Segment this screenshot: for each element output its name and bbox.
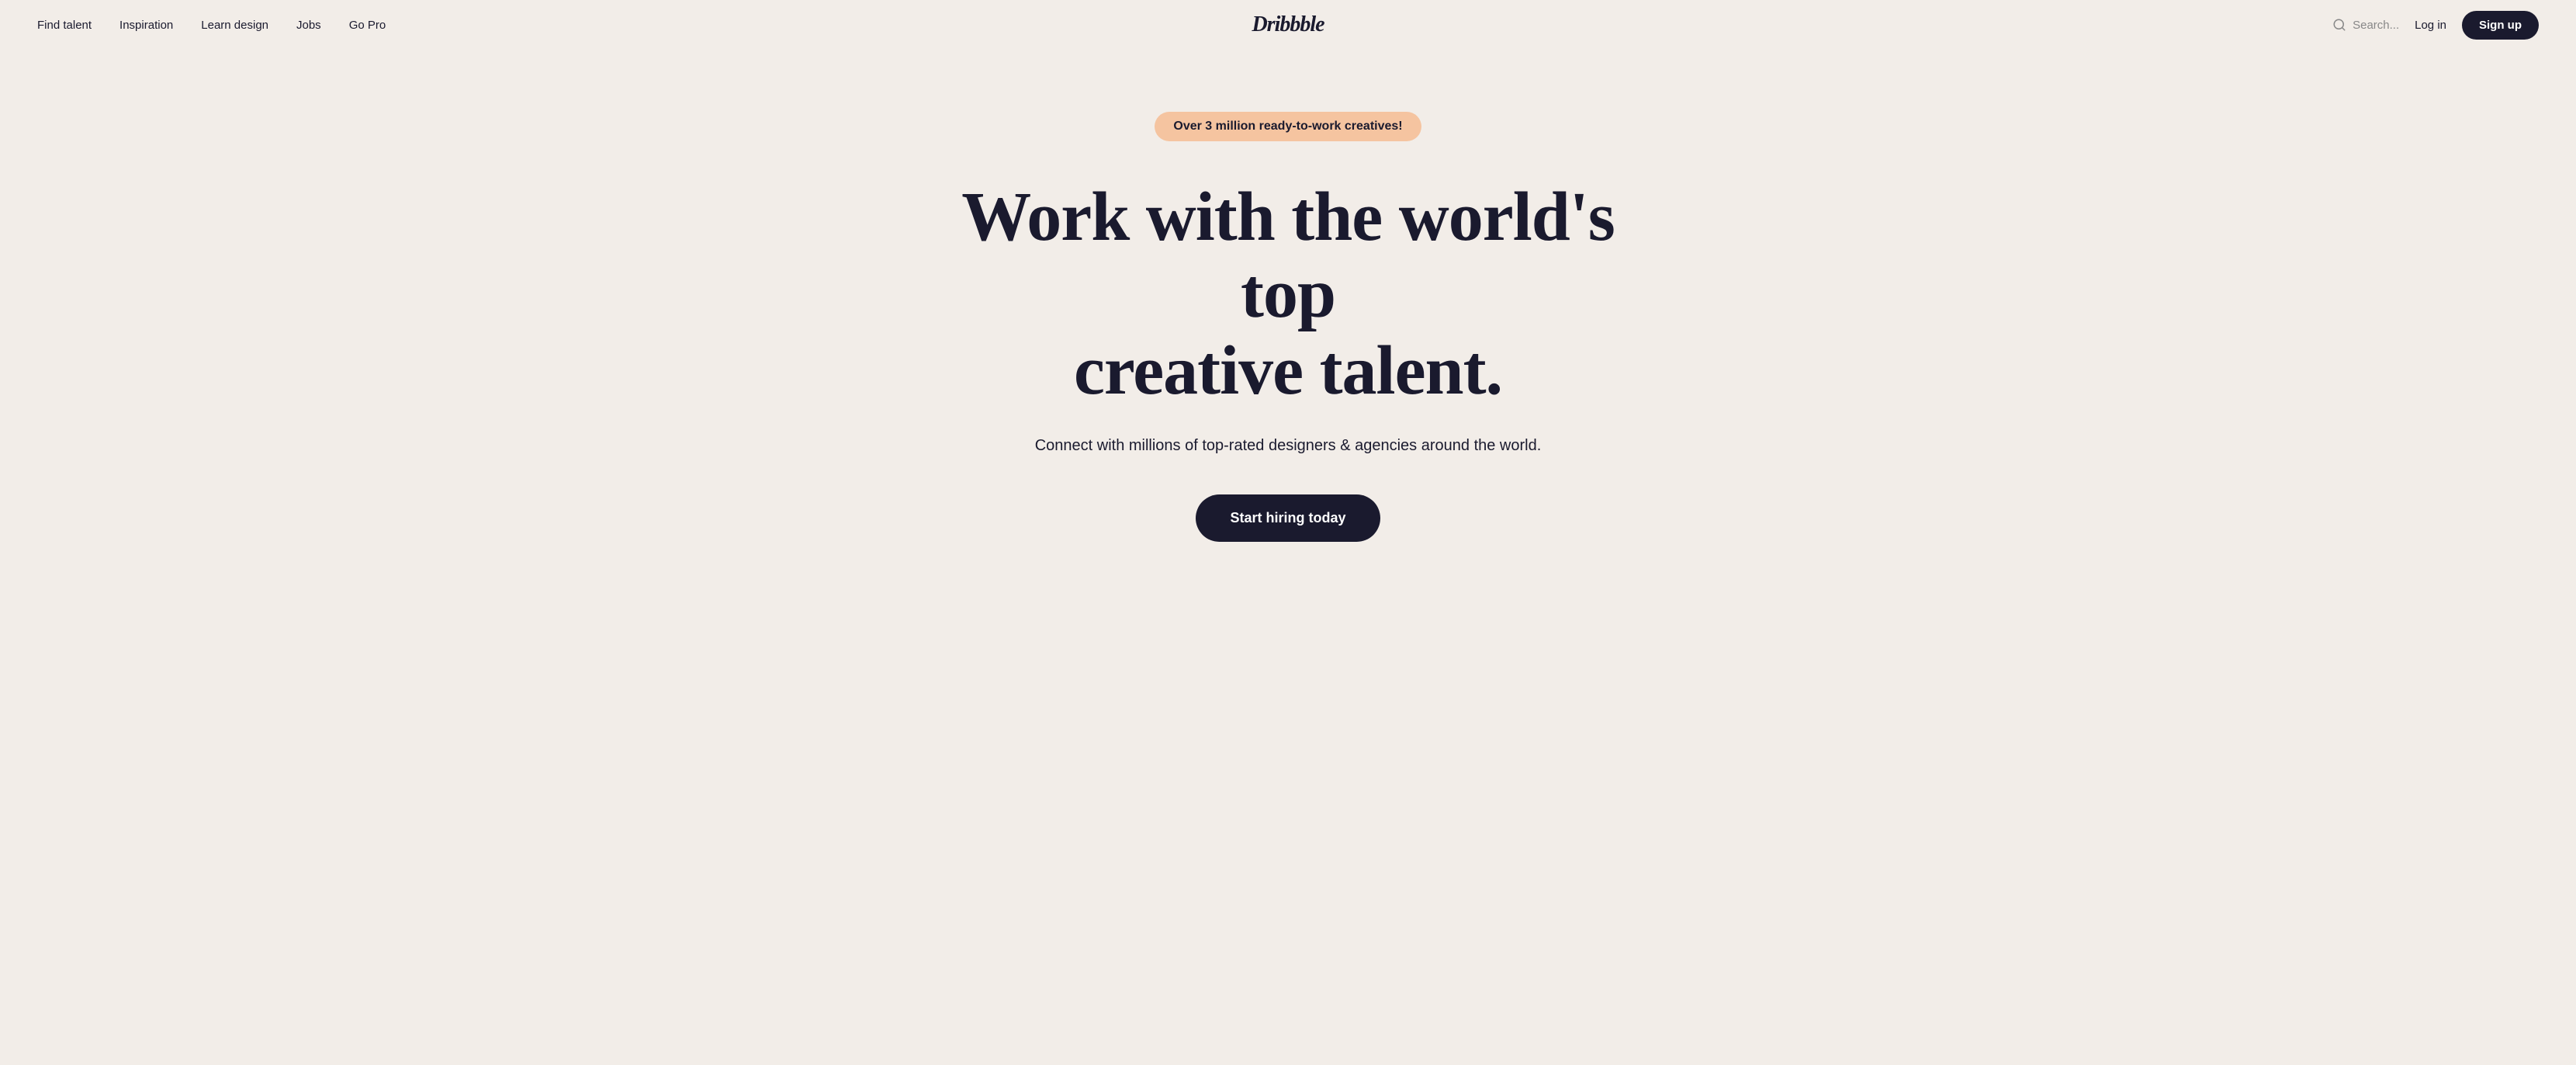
nav-inspiration[interactable]: Inspiration <box>119 19 173 32</box>
nav-jobs[interactable]: Jobs <box>296 19 321 32</box>
hero-section: Over 3 million ready-to-work creatives! … <box>0 50 2576 635</box>
hero-badge: Over 3 million ready-to-work creatives! <box>1155 112 1421 141</box>
hero-subtitle: Connect with millions of top-rated desig… <box>1035 434 1542 457</box>
search-icon <box>2332 18 2346 32</box>
search-bar[interactable]: Search... <box>2332 18 2399 32</box>
nav-learn-design[interactable]: Learn design <box>201 19 268 32</box>
start-hiring-button[interactable]: Start hiring today <box>1196 494 1380 542</box>
nav-find-talent[interactable]: Find talent <box>37 19 92 32</box>
login-link[interactable]: Log in <box>2415 19 2446 32</box>
nav-left: Find talent Inspiration Learn design Job… <box>37 19 386 32</box>
nav-center: Dribbble <box>1252 12 1324 37</box>
signup-button[interactable]: Sign up <box>2462 11 2539 40</box>
site-logo[interactable]: Dribbble <box>1252 12 1324 36</box>
navbar: Find talent Inspiration Learn design Job… <box>0 0 2576 50</box>
hero-title-line2: creative talent. <box>1074 332 1502 409</box>
hero-title: Work with the world's top creative talen… <box>958 179 1618 409</box>
nav-go-pro[interactable]: Go Pro <box>349 19 386 32</box>
hero-title-line1: Work with the world's top <box>961 179 1615 332</box>
search-placeholder: Search... <box>2353 19 2399 32</box>
nav-right: Search... Log in Sign up <box>2332 11 2539 40</box>
